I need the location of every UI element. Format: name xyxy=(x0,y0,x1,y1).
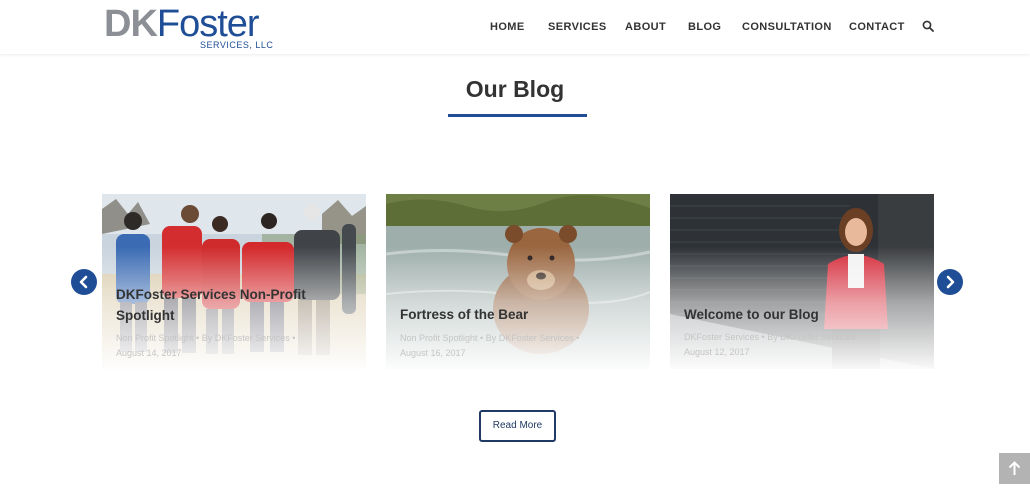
search-icon[interactable] xyxy=(922,20,934,32)
logo-subtitle: SERVICES, LLC xyxy=(200,40,274,50)
nav-about[interactable]: ABOUT xyxy=(625,21,666,33)
page-title: Our Blog xyxy=(465,76,565,102)
post-category[interactable]: Non Profit Spotlight xyxy=(400,333,478,343)
post-meta: Non Profit Spotlight • By DKFoster Servi… xyxy=(116,333,296,343)
post-meta: DKFoster Services • By DKFoster Services xyxy=(684,332,856,342)
arrow-up-icon xyxy=(1008,461,1021,475)
title-underline xyxy=(448,114,587,117)
back-to-top-button[interactable] xyxy=(999,453,1030,484)
post-date[interactable]: August 16, 2017 xyxy=(400,348,466,358)
nav-home[interactable]: HOME xyxy=(490,21,525,33)
post-author[interactable]: By DKFoster Services xyxy=(767,332,855,342)
nav-blog[interactable]: BLOG xyxy=(688,21,721,33)
post-date[interactable]: August 14, 2017 xyxy=(116,348,182,358)
chevron-right-icon xyxy=(946,275,955,289)
chevron-left-icon xyxy=(79,275,88,289)
post-date[interactable]: August 12, 2017 xyxy=(684,347,750,357)
post-author[interactable]: By DKFoster Services xyxy=(486,333,574,343)
card-fade-overlay xyxy=(670,194,934,369)
post-category[interactable]: DKFoster Services xyxy=(684,332,759,342)
post-category[interactable]: Non Profit Spotlight xyxy=(116,333,194,343)
main-nav: HOME SERVICES ABOUT BLOG CONSULTATION CO… xyxy=(0,21,1030,35)
blog-card[interactable]: DKFoster Services Non-Profit Spotlight N… xyxy=(102,194,366,369)
nav-consultation[interactable]: CONSULTATION xyxy=(742,21,832,33)
blog-card[interactable]: Welcome to our Blog DKFoster Services • … xyxy=(670,194,934,369)
nav-services[interactable]: SERVICES xyxy=(548,21,607,33)
carousel-next-button[interactable] xyxy=(937,269,963,295)
blog-card[interactable]: Fortress of the Bear Non Profit Spotligh… xyxy=(386,194,650,369)
carousel-prev-button[interactable] xyxy=(71,269,97,295)
nav-contact[interactable]: CONTACT xyxy=(849,21,905,33)
post-author[interactable]: By DKFoster Services xyxy=(202,333,290,343)
site-header: DKFoster SERVICES, LLC HOME SERVICES ABO… xyxy=(0,0,1030,54)
read-more-button[interactable]: Read More xyxy=(479,410,556,442)
post-title[interactable]: DKFoster Services Non-Profit Spotlight xyxy=(116,284,352,326)
post-title[interactable]: Fortress of the Bear xyxy=(400,304,636,325)
post-meta: Non Profit Spotlight • By DKFoster Servi… xyxy=(400,333,580,343)
post-title[interactable]: Welcome to our Blog xyxy=(684,304,920,325)
